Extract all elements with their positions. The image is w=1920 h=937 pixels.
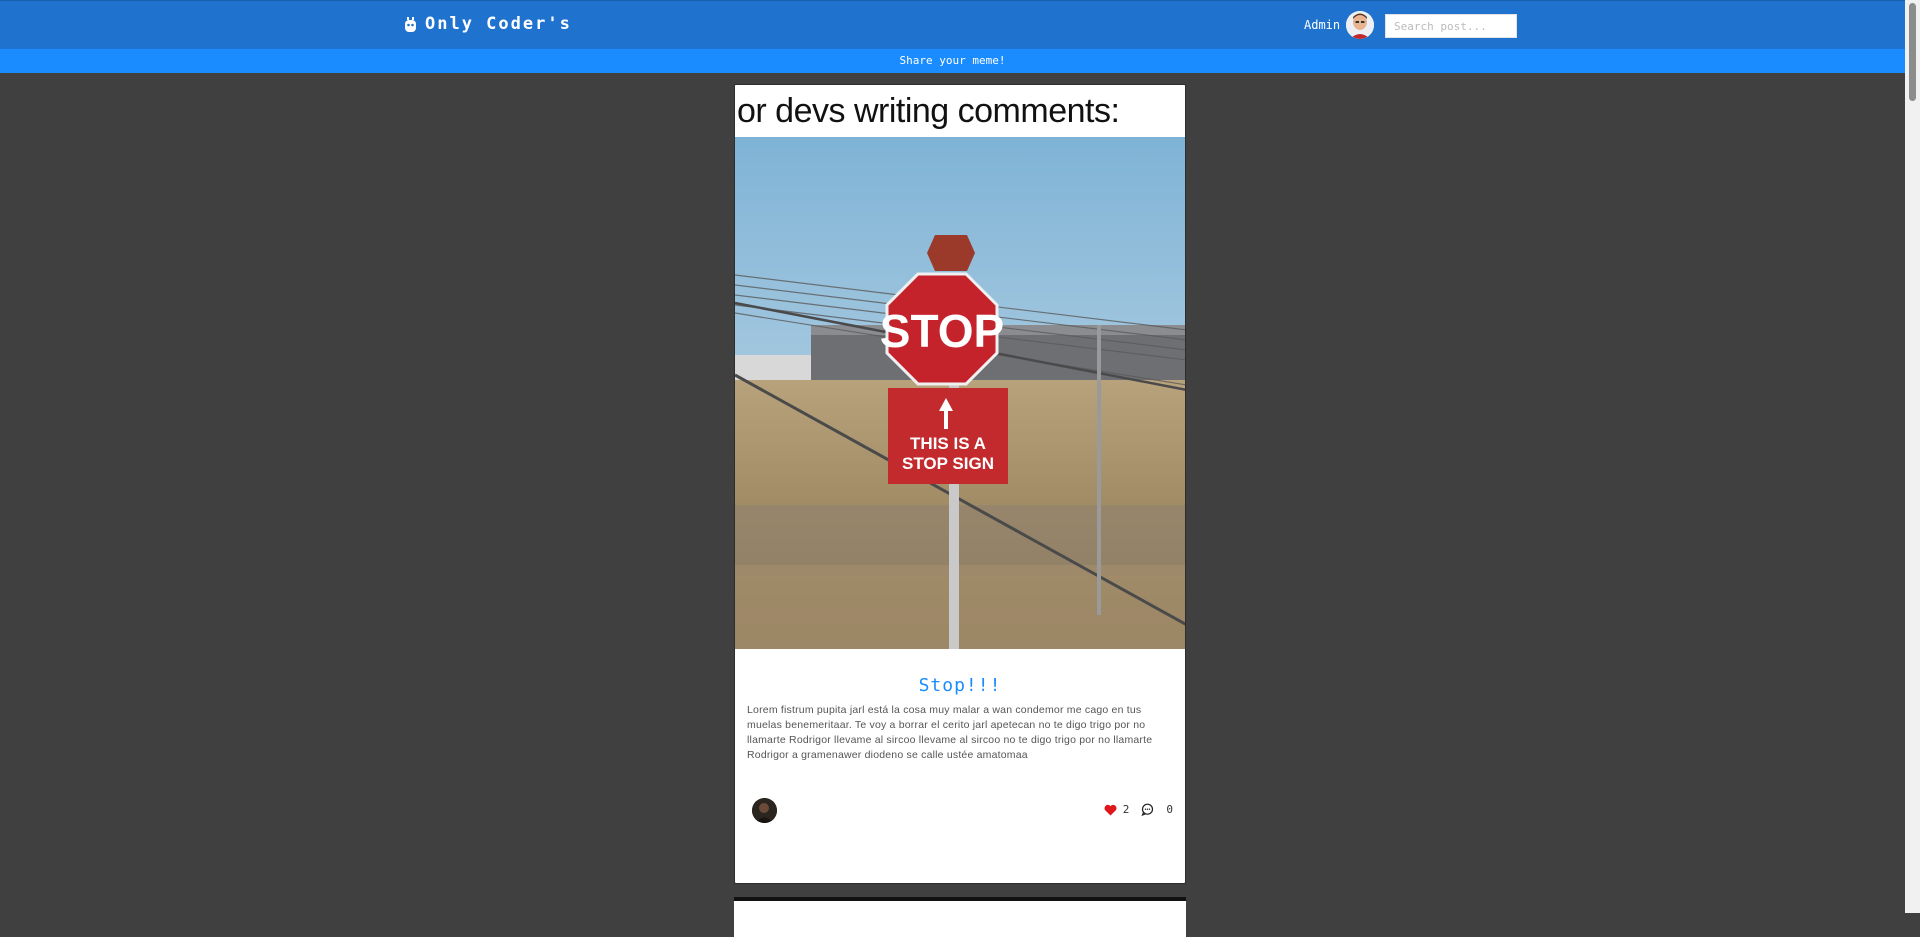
brand-name: Only Coder's	[425, 14, 572, 34]
like-counter[interactable]: 2	[1104, 803, 1130, 816]
like-count: 2	[1122, 803, 1130, 816]
post-body: Lorem fistrum pupita jarl está la cosa m…	[747, 704, 1153, 761]
post-title[interactable]: Stop!!!	[735, 675, 1185, 696]
user-avatar-image	[1346, 11, 1375, 39]
share-meme-link[interactable]: Share your meme!	[900, 54, 1006, 67]
stop-sign-text: STOP	[880, 305, 1004, 357]
search-input[interactable]	[1385, 14, 1517, 38]
page-scrollbar[interactable]	[1905, 0, 1920, 913]
scrollbar-thumb[interactable]	[1909, 3, 1916, 101]
user-name: Admin	[1304, 18, 1341, 32]
top-navbar: Only Coder's Admin	[0, 0, 1905, 50]
share-bar: Share your meme!	[0, 49, 1905, 73]
meme-picture: STOP THIS IS A STOP SIGN	[735, 137, 1185, 649]
post-stats: 2 0	[1104, 803, 1173, 816]
user-avatar[interactable]	[1346, 11, 1375, 39]
comment-icon	[1141, 803, 1154, 816]
sign-line-1: THIS IS A	[910, 434, 986, 453]
comment-counter[interactable]: 0	[1141, 803, 1173, 816]
brand-link[interactable]: Only Coder's	[404, 14, 572, 34]
author-avatar[interactable]	[752, 798, 777, 823]
user-menu[interactable]: Admin	[1304, 11, 1375, 39]
comment-count: 0	[1166, 803, 1173, 816]
meme-caption: or devs writing comments:	[735, 85, 1185, 137]
robot-icon	[405, 16, 416, 32]
sign-line-2: STOP SIGN	[902, 454, 994, 473]
post-image[interactable]: STOP THIS IS A STOP SIGN or devs writing…	[735, 85, 1185, 649]
author-avatar-image	[752, 798, 777, 823]
next-post-card[interactable]	[734, 897, 1186, 937]
post-card: STOP THIS IS A STOP SIGN or devs writing…	[734, 84, 1186, 884]
heart-icon	[1104, 804, 1117, 815]
